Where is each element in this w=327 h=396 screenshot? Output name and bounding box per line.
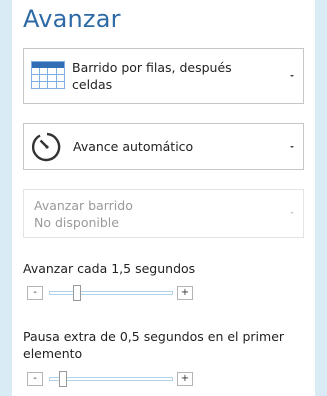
timer-icon [31,132,61,162]
first-item-pause-label: Pausa extra de 0,5 segundos en el primer… [23,328,313,362]
scan-order-line2: celdas [72,77,113,92]
advance-interval-decrease-button[interactable]: - [27,286,43,300]
advance-sweep-dropdown[interactable]: Avanzar barrido No disponible [23,189,304,238]
scan-order-label: Barrido por filas, después celdas [72,59,272,93]
panel-title: Avanzar [23,5,121,33]
advance-settings-panel: Avanzar Barrido por filas, después celda… [12,0,315,396]
chevron-down-icon [290,146,294,148]
chevron-down-icon [290,212,294,214]
advance-interval-label: Avanzar cada 1,5 segundos [23,261,196,276]
first-item-pause-line2: elemento [23,346,83,361]
advance-sweep-label: Avanzar barrido No disponible [34,197,133,231]
advance-interval-slider-thumb[interactable] [73,285,81,301]
advance-interval-slider-track[interactable] [49,291,173,295]
scan-order-dropdown[interactable]: Barrido por filas, después celdas [23,48,304,104]
scan-order-line1: Barrido por filas, después [72,60,232,75]
advance-interval-increase-button[interactable]: + [177,286,193,300]
first-item-pause-line1: Pausa extra de 0,5 segundos en el primer [23,329,285,344]
advance-mode-label: Avance automático [73,139,194,154]
chevron-down-icon [290,75,294,77]
advance-sweep-line1: Avanzar barrido [34,198,133,213]
advance-sweep-line2: No disponible [34,215,119,230]
advance-mode-dropdown[interactable]: Avance automático [23,123,304,170]
grid-rows-icon [31,61,65,89]
first-item-pause-decrease-button[interactable]: - [27,372,43,386]
first-item-pause-increase-button[interactable]: + [177,372,193,386]
first-item-pause-slider-thumb[interactable] [59,371,67,387]
first-item-pause-slider-track[interactable] [49,377,173,381]
